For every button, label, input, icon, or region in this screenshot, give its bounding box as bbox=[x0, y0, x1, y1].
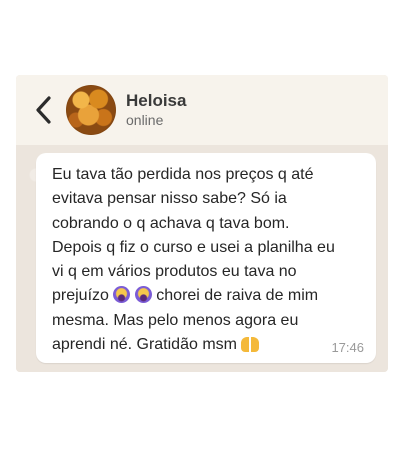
raising-hands-emoji-icon bbox=[241, 337, 260, 353]
message-line: mesma. Mas pelo menos agora eu bbox=[52, 311, 299, 329]
message-line: cobrando o q achava q tava bom. bbox=[52, 214, 290, 232]
back-arrow-icon[interactable] bbox=[28, 90, 58, 130]
scream-emoji-icon bbox=[134, 286, 152, 304]
message-line: Depois q fiz o curso e usei a planilha e… bbox=[52, 238, 335, 256]
message-line: evitava pensar nisso sabe? Só ia bbox=[52, 190, 287, 208]
contact-name: Heloisa bbox=[126, 91, 187, 110]
chat-area: Eu tava tão perdida nos preços q até evi… bbox=[16, 145, 388, 372]
message-line: vi q em vários produtos eu tava no bbox=[52, 263, 297, 281]
message-text: Eu tava tão perdida nos preços q até evi… bbox=[52, 163, 366, 357]
message-bubble[interactable]: Eu tava tão perdida nos preços q até evi… bbox=[36, 153, 376, 363]
contact-status: online bbox=[126, 112, 164, 128]
message-timestamp: 17:46 bbox=[331, 340, 364, 355]
scream-emoji-icon bbox=[113, 286, 131, 304]
message-line: Eu tava tão perdida nos preços q até bbox=[52, 166, 314, 183]
avatar[interactable] bbox=[66, 85, 116, 135]
message-line: chorei de raiva de mim bbox=[156, 287, 319, 305]
chat-header: Heloisa online bbox=[16, 75, 388, 145]
message-line: prejuízo bbox=[52, 287, 109, 305]
chat-window: Heloisa online Eu tava tão perdida nos p… bbox=[16, 75, 388, 372]
message-line: aprendi né. Gratidão msm bbox=[52, 336, 237, 354]
contact-info[interactable]: Heloisa online bbox=[126, 91, 186, 129]
